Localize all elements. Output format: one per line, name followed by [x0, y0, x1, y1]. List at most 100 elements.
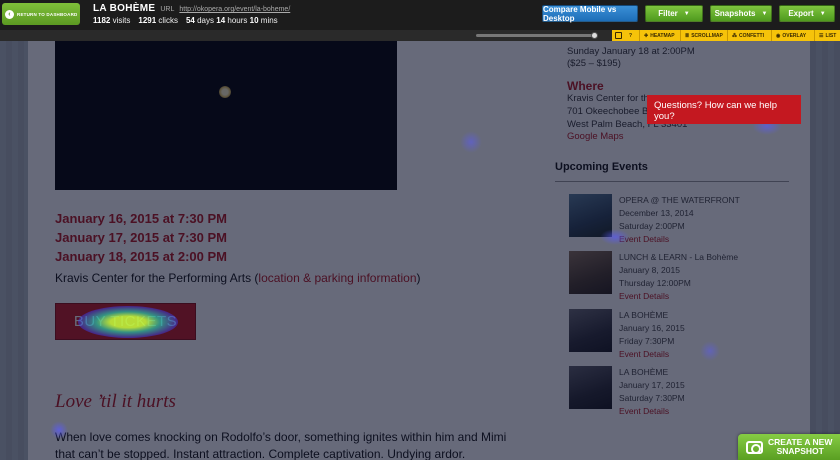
video-light-spot	[219, 86, 231, 98]
tab-overlay-label: OVERLAY	[782, 32, 807, 39]
back-arrow-icon: ‹	[5, 9, 14, 19]
tab-scrollmap[interactable]: ≣ SCROLLMAP	[680, 30, 723, 41]
tab-confetti[interactable]: ⁂ CONFETTI	[727, 30, 764, 41]
heatmap-icon: ✚	[644, 32, 649, 39]
event-details-link[interactable]: Event Details	[619, 405, 685, 418]
sidebar-date-line: Sunday January 18 at 2:00PM	[567, 46, 695, 57]
scroll-slider-handle[interactable]	[591, 32, 598, 39]
buy-tickets-label: BUY TICKETS	[73, 313, 178, 330]
visits-count: 1182	[93, 16, 111, 25]
snapshots-label: Snapshots	[714, 9, 756, 18]
event-title[interactable]: LUNCH & LEARN - La Bohème	[619, 251, 738, 264]
stats-row: 1182 visits 1291 clicks 54 days 14 hours…	[93, 16, 290, 25]
mins-value: 10	[249, 16, 259, 25]
days-value: 54	[185, 16, 195, 25]
days-label: days	[197, 16, 215, 25]
tab-scrollmap-label: SCROLLMAP	[691, 32, 723, 39]
create-snapshot-line2: SNAPSHOT	[776, 446, 824, 456]
help-icon-button[interactable]: ?	[629, 30, 632, 41]
video-player[interactable]	[55, 41, 397, 190]
divider	[555, 181, 789, 182]
event-date: January 8, 2015	[619, 265, 680, 275]
page-info: LA BOHÈME URL http://okopera.org/event/l…	[93, 3, 290, 25]
clicks-label: clicks	[158, 16, 178, 25]
hours-label: hours	[227, 16, 248, 25]
snapshots-button[interactable]: Snapshots ▼	[710, 5, 772, 22]
heatmap-page-view: January 16, 2015 at 7:30 PM January 17, …	[0, 41, 840, 460]
chevron-down-icon: ▼	[761, 10, 768, 17]
event-date: December 13, 2014	[619, 208, 694, 218]
edit-icon	[615, 32, 622, 39]
performance-date: January 16, 2015 at 7:30 PM	[55, 211, 227, 226]
scrollmap-icon: ≣	[685, 32, 690, 39]
section-heading: Love ’til it hurts	[55, 391, 176, 412]
camera-icon	[746, 440, 763, 454]
page-url-link[interactable]: http://okopera.org/event/la-boheme/	[179, 6, 290, 13]
event-details-link[interactable]: Event Details	[619, 233, 740, 246]
event-date: January 17, 2015	[619, 380, 685, 390]
event-time: Thursday 12:00PM	[619, 278, 691, 288]
event-details-link[interactable]: Event Details	[619, 290, 738, 303]
overlay-icon: ◉	[776, 32, 781, 39]
event-time: Saturday 7:30PM	[619, 393, 685, 403]
chat-widget[interactable]: Questions? How can we help you?	[647, 95, 801, 124]
mins-label: mins	[260, 16, 278, 25]
compare-label: Compare Mobile vs Desktop	[543, 4, 617, 23]
hours-value: 14	[216, 16, 226, 25]
event-thumbnail[interactable]	[569, 366, 612, 409]
filter-label: Filter	[658, 9, 678, 18]
upcoming-event-item: OPERA @ THE WATERFRONT December 13, 2014…	[569, 194, 799, 244]
performance-date: January 17, 2015 at 7:30 PM	[55, 230, 227, 245]
event-thumbnail[interactable]	[569, 309, 612, 352]
buy-tickets-button[interactable]: BUY TICKETS	[55, 303, 196, 340]
visits-label: visits	[112, 16, 131, 25]
event-thumbnail[interactable]	[569, 251, 612, 294]
create-snapshot-button[interactable]: CREATE A NEW SNAPSHOT	[738, 434, 840, 460]
event-details-link[interactable]: Event Details	[619, 348, 685, 361]
tab-overlay[interactable]: ◉ OVERLAY	[771, 30, 806, 41]
return-to-dashboard-button[interactable]: ‹ RETURN TO DASHBOARD	[2, 3, 80, 25]
event-thumbnail[interactable]	[569, 194, 612, 237]
event-time: Saturday 2:00PM	[619, 221, 685, 231]
help-icon: ?	[629, 32, 633, 39]
upcoming-events-heading: Upcoming Events	[555, 161, 648, 173]
venue-text: Kravis Center for the Performing Arts (	[55, 271, 259, 285]
address-line: Kravis Center for the	[567, 93, 655, 104]
tab-confetti-label: CONFETTI	[739, 32, 764, 39]
upcoming-event-item: LA BOHÈME January 16, 2015 Friday 7:30PM…	[569, 309, 799, 359]
export-button[interactable]: Export ▼	[779, 5, 835, 22]
top-bar: ‹ RETURN TO DASHBOARD LA BOHÈME URL http…	[0, 0, 840, 30]
tab-list-label: LIST	[825, 32, 837, 39]
confetti-icon: ⁂	[732, 32, 737, 39]
tab-heatmap-label: HEATMAP	[650, 32, 675, 39]
event-title[interactable]: LA BOHÈME	[619, 366, 685, 379]
sidebar-price-line: ($25 – $195)	[567, 58, 621, 69]
chat-widget-text: Questions? How can we help you?	[654, 100, 778, 122]
tab-list[interactable]: ☰ LIST	[814, 30, 836, 41]
page-title: LA BOHÈME	[93, 3, 156, 14]
compare-mobile-desktop-button[interactable]: Compare Mobile vs Desktop	[542, 4, 638, 23]
event-title[interactable]: OPERA @ THE WATERFRONT	[619, 194, 740, 207]
scroll-slider-track[interactable]	[476, 34, 594, 37]
venue-parking-link[interactable]: location & parking information	[258, 271, 416, 285]
upcoming-event-item: LA BOHÈME January 17, 2015 Saturday 7:30…	[569, 366, 799, 416]
chevron-down-icon: ▼	[683, 10, 690, 17]
return-to-dashboard-label: RETURN TO DASHBOARD	[17, 11, 78, 17]
event-date: January 16, 2015	[619, 323, 685, 333]
list-icon: ☰	[819, 32, 824, 39]
performance-date: January 18, 2015 at 2:00 PM	[55, 249, 227, 264]
edit-icon-button[interactable]	[615, 30, 622, 41]
event-title[interactable]: LA BOHÈME	[619, 309, 685, 322]
tab-heatmap[interactable]: ✚ HEATMAP	[639, 30, 675, 41]
event-time: Friday 7:30PM	[619, 336, 675, 346]
clicks-count: 1291	[138, 16, 157, 25]
description-paragraph: When love comes knocking on Rodolfo’s do…	[55, 430, 507, 460]
export-label: Export	[788, 9, 814, 18]
where-heading: Where	[567, 79, 604, 93]
google-maps-link[interactable]: Google Maps	[567, 131, 624, 142]
filter-button[interactable]: Filter ▼	[645, 5, 703, 22]
upcoming-event-item: LUNCH & LEARN - La Bohème January 8, 201…	[569, 251, 799, 301]
url-prefix: URL	[160, 6, 175, 13]
venue-close: )	[416, 271, 421, 285]
venue-line: Kravis Center for the Performing Arts (l…	[55, 271, 421, 285]
